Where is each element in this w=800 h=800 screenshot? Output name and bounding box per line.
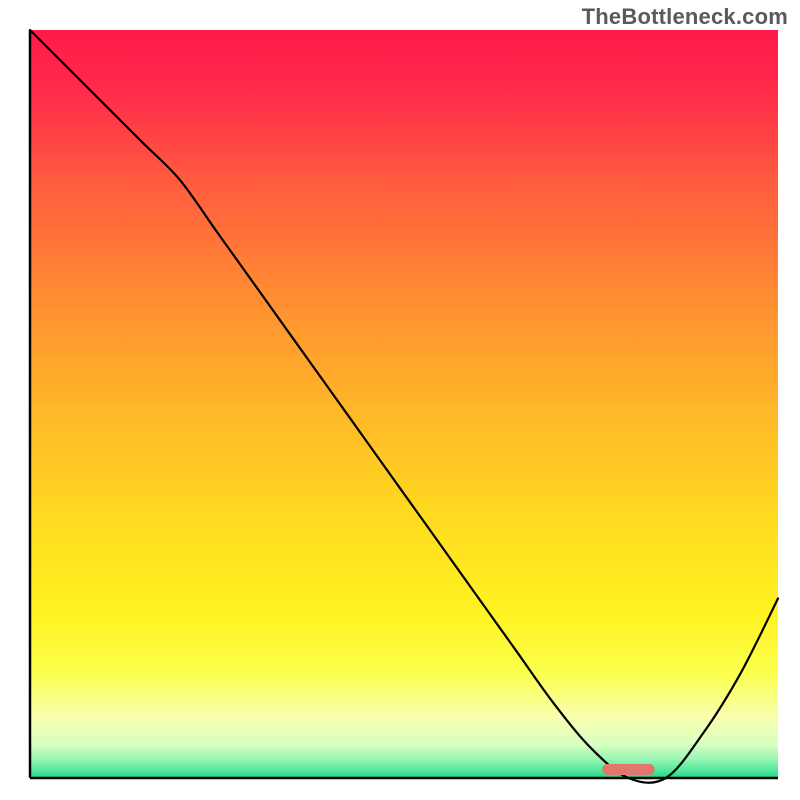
optimal-marker	[602, 764, 654, 775]
chart-container: TheBottleneck.com	[0, 0, 800, 800]
bottleneck-chart	[0, 0, 800, 800]
watermark-text: TheBottleneck.com	[582, 4, 788, 30]
